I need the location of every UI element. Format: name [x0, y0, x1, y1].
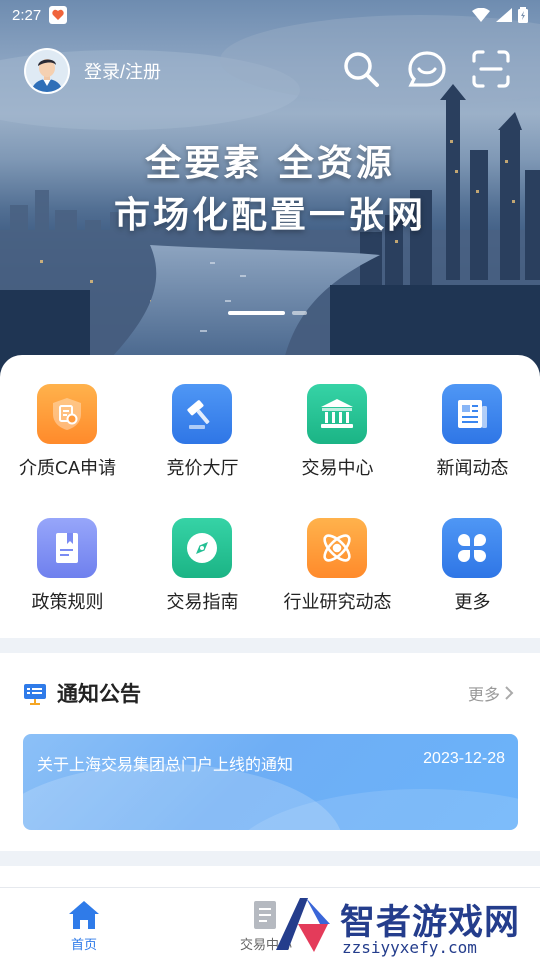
- nav-tab-home[interactable]: 首页: [34, 888, 134, 960]
- menu-item-bidding-hall[interactable]: 竞价大厅: [135, 384, 270, 504]
- top-bar: 登录/注册: [0, 46, 540, 96]
- menu-item-industry-research[interactable]: 行业研究动态: [270, 518, 405, 638]
- newspaper-icon: [442, 384, 502, 444]
- quick-menu-grid: 介质CA申请 竞价大厅 交易中心 新闻动态 政策规则 交易指南 行业研究动态 更…: [0, 355, 540, 638]
- menu-item-label: 交易指南: [166, 592, 239, 612]
- banner-pagination: [228, 311, 307, 315]
- book-icon: [37, 518, 97, 578]
- app-notification-icon: [49, 6, 68, 24]
- watermark-url: zzsiyyxefy.com: [342, 938, 477, 957]
- search-icon[interactable]: [340, 48, 382, 90]
- menu-item-policy[interactable]: 政策规则: [0, 518, 135, 638]
- scan-icon[interactable]: [470, 48, 512, 90]
- banner-dot[interactable]: [292, 311, 307, 315]
- menu-item-more[interactable]: 更多: [405, 518, 540, 638]
- notice-more-label: 更多: [467, 687, 500, 704]
- wifi-icon: [472, 8, 490, 22]
- notice-item-date: 2023-12-28: [423, 750, 505, 767]
- site-watermark: 智者游戏网 zzsiyyxefy.com: [268, 890, 540, 960]
- message-icon[interactable]: [406, 48, 448, 90]
- battery-icon: [518, 7, 528, 23]
- nav-label-home: 首页: [70, 937, 97, 952]
- next-section-top: [0, 866, 540, 888]
- atom-icon: [307, 518, 367, 578]
- notice-more-link[interactable]: 更多: [468, 681, 514, 705]
- user-avatar[interactable]: [24, 48, 70, 94]
- home-icon: [67, 898, 101, 932]
- banner-slogan-line1: 全要素 全资源: [145, 143, 395, 184]
- notice-item-title: 关于上海交易集团总门户上线的通知: [37, 757, 294, 774]
- menu-item-trading-center[interactable]: 交易中心: [270, 384, 405, 504]
- menu-item-news[interactable]: 新闻动态: [405, 384, 540, 504]
- banner-slogan-line2: 市场化配置一张网: [113, 195, 426, 236]
- bank-icon: [307, 384, 367, 444]
- menu-item-label: 介质CA申请: [18, 458, 116, 478]
- banner-dot-active[interactable]: [228, 311, 285, 315]
- notice-section-title: 通知公告: [57, 683, 141, 706]
- menu-item-trading-guide[interactable]: 交易指南: [135, 518, 270, 638]
- compass-icon: [172, 518, 232, 578]
- menu-item-label: 行业研究动态: [283, 592, 392, 612]
- ca-shield-icon: [37, 384, 97, 444]
- gavel-icon: [172, 384, 232, 444]
- menu-item-label: 竞价大厅: [166, 458, 239, 478]
- menu-item-label: 政策规则: [31, 592, 104, 612]
- more-grid-icon: [442, 518, 502, 578]
- login-register-link[interactable]: 登录/注册: [84, 58, 161, 84]
- hero-banner[interactable]: 2:27 登录/注册 全要素 全资源 市场化配置一张网: [0, 0, 540, 380]
- menu-item-label: 交易中心: [301, 458, 374, 478]
- announcement-icon: [23, 682, 47, 710]
- menu-item-label: 更多: [454, 592, 491, 612]
- chevron-right-icon: [505, 686, 514, 700]
- status-time: 2:27: [12, 6, 42, 24]
- status-bar: 2:27: [0, 0, 540, 30]
- menu-item-ca-apply[interactable]: 介质CA申请: [0, 384, 135, 504]
- notice-section: 通知公告 更多 关于上海交易集团总门户上线的通知 2023-12-28: [0, 653, 540, 851]
- watermark-logo-icon: [276, 898, 330, 952]
- menu-item-label: 新闻动态: [436, 458, 509, 478]
- signal-icon: [496, 8, 512, 22]
- notice-item[interactable]: 关于上海交易集团总门户上线的通知 2023-12-28: [23, 734, 518, 830]
